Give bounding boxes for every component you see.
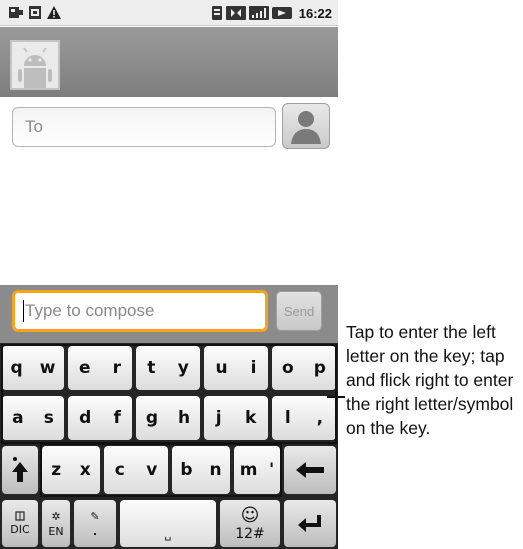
key-letter: p: [313, 358, 326, 378]
key-zx[interactable]: zx: [42, 446, 100, 494]
text-caret: [23, 300, 24, 322]
key-op[interactable]: op: [272, 346, 336, 390]
key-as[interactable]: as: [2, 396, 64, 440]
language-settings-key[interactable]: ✲ EN: [42, 500, 70, 547]
key-letter: i: [250, 358, 257, 378]
key-er[interactable]: er: [68, 346, 132, 390]
phone-screen: 16:22 To Type to compose Send q w e r t …: [0, 0, 338, 549]
key-letter: r: [112, 358, 121, 378]
enter-arrow-icon: [298, 514, 321, 532]
key-letter: ,: [316, 408, 324, 428]
contact-avatar[interactable]: [10, 40, 60, 90]
gear-icon: ✲: [51, 509, 61, 523]
handwriting-key[interactable]: ✎ .: [74, 500, 116, 547]
key-ui[interactable]: ui: [204, 346, 268, 390]
key-letter: w: [39, 358, 56, 378]
callout-annotation: Tap to enter the left letter on the key;…: [346, 322, 514, 438]
key-letter: m: [239, 460, 258, 480]
dot-label: .: [92, 524, 98, 538]
add-contact-button[interactable]: [282, 103, 330, 149]
key-letter: k: [244, 408, 257, 428]
key-letter: q: [10, 358, 23, 378]
battery-icon: [271, 7, 292, 19]
key-gh[interactable]: gh: [136, 396, 200, 440]
pencil-icon: ✎: [90, 509, 100, 523]
key-l-comma[interactable]: l,: [272, 396, 336, 440]
key-letter: s: [43, 408, 54, 428]
key-letter: x: [79, 460, 91, 480]
key-letter: j: [215, 408, 222, 428]
to-placeholder: To: [25, 117, 43, 136]
backspace-arrow-icon: [296, 462, 324, 478]
shift-key[interactable]: [2, 446, 38, 494]
conversation-header: [0, 27, 338, 97]
status-bar: 16:22: [0, 0, 338, 26]
key-letter: h: [177, 408, 191, 428]
android-avatar-icon: [12, 42, 58, 88]
key-letter: o: [282, 358, 294, 378]
key-letter: z: [51, 460, 62, 480]
symbols-key[interactable]: ☺ 12#: [220, 500, 280, 547]
recipient-area: To: [0, 97, 338, 285]
key-letter: g: [145, 408, 159, 428]
warning-icon: [47, 6, 61, 19]
key-letter: t: [147, 358, 156, 378]
dic-key[interactable]: DIC: [2, 500, 38, 547]
key-letter: e: [79, 358, 91, 378]
compose-bar: Type to compose Send: [0, 285, 338, 343]
key-letter: f: [113, 408, 121, 428]
key-letter: u: [215, 358, 228, 378]
key-jk[interactable]: jk: [204, 396, 268, 440]
status-time: 16:22: [298, 5, 332, 21]
key-letter: v: [146, 460, 158, 480]
en-label: EN: [48, 524, 64, 538]
key-df[interactable]: df: [68, 396, 132, 440]
key-letter: l: [284, 408, 291, 428]
key-letter: b: [180, 460, 193, 480]
key-letter: ': [269, 460, 275, 480]
usb-icon: [9, 7, 23, 18]
emoticon-icon: ☺: [240, 505, 260, 526]
enter-key[interactable]: [284, 500, 336, 547]
space-key[interactable]: ␣: [120, 500, 216, 547]
compose-input[interactable]: Type to compose: [12, 290, 268, 332]
key-letter: n: [209, 460, 222, 480]
key-letter: c: [114, 460, 125, 480]
compose-placeholder: Type to compose: [25, 301, 155, 320]
shift-arrow-icon: [12, 457, 28, 482]
key-letter: y: [177, 358, 189, 378]
data-icon: [225, 6, 246, 20]
key-letter: a: [12, 408, 24, 428]
signal-icon: [248, 6, 269, 20]
dic-label: DIC: [10, 523, 30, 536]
num-label: 12#: [235, 526, 265, 542]
contact-person-icon: [291, 111, 321, 144]
key-bn[interactable]: bn: [172, 446, 230, 494]
soft-keyboard: qw er ty ui op as df gh jk l, zx cv bn m…: [0, 343, 338, 549]
key-letter: d: [79, 408, 92, 428]
callout-connector: [327, 396, 345, 398]
send-label: Send: [283, 303, 315, 319]
key-cv[interactable]: cv: [104, 446, 168, 494]
space-label: ␣: [164, 528, 172, 541]
key-m-apostrophe[interactable]: m ': [234, 446, 280, 494]
backspace-key[interactable]: [284, 446, 336, 494]
to-input[interactable]: To: [12, 107, 276, 147]
dictionary-icon: [15, 511, 25, 521]
send-button[interactable]: Send: [276, 291, 322, 331]
sd-card-icon: [29, 6, 41, 19]
sim-icon: [211, 6, 222, 20]
key-qw[interactable]: qw: [2, 346, 64, 390]
key-ty[interactable]: ty: [136, 346, 200, 390]
